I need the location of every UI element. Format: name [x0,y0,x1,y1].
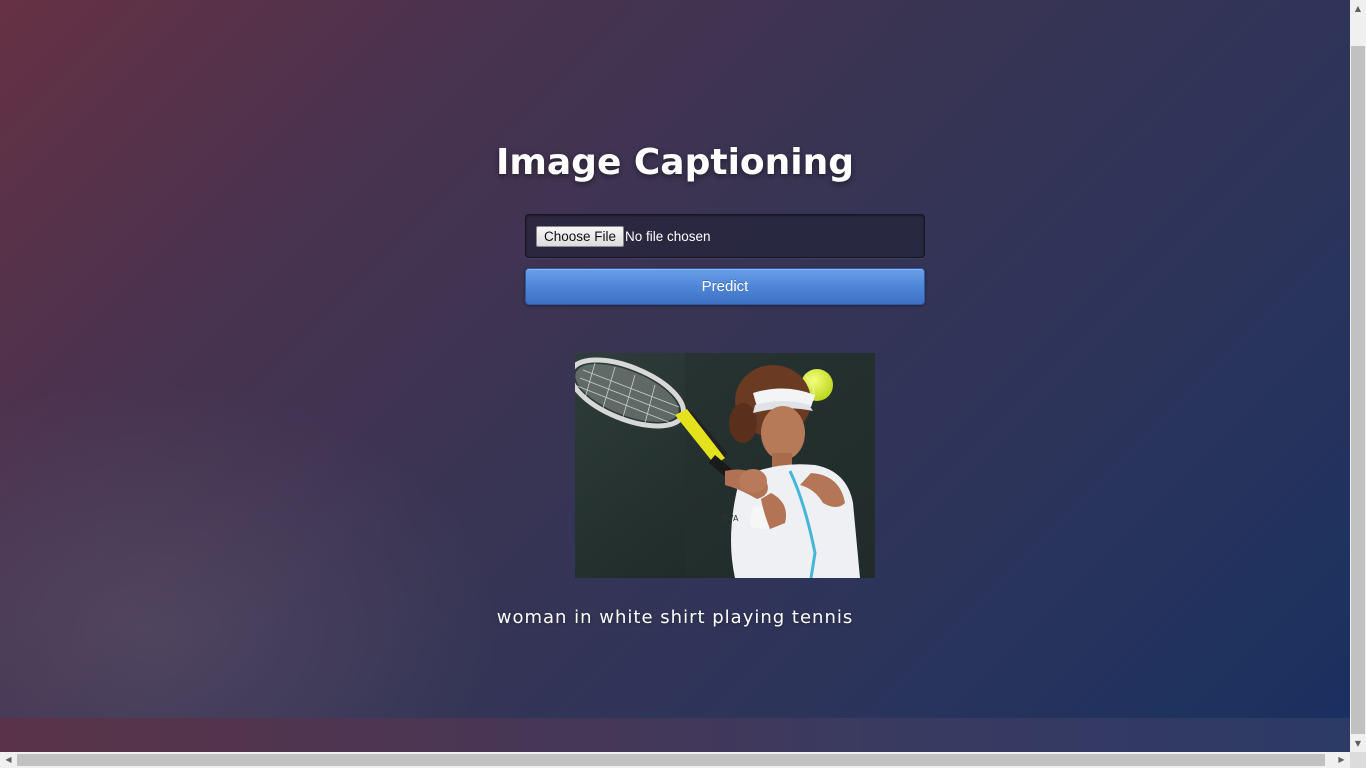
file-status-text: No file chosen [625,229,711,244]
scroll-right-arrow-icon[interactable]: ▶ [1333,752,1350,768]
scroll-up-arrow-icon[interactable]: ▲ [1350,0,1366,17]
scroll-left-arrow-icon[interactable]: ◀ [0,752,17,768]
vertical-scroll-thumb[interactable] [1351,46,1365,734]
caption-text: woman in white shirt playing tennis [496,607,854,628]
horizontal-scroll-thumb[interactable] [17,754,1325,766]
scroll-down-arrow-icon[interactable]: ▼ [1350,735,1366,752]
file-upload-field[interactable]: Choose File No file chosen [525,214,925,258]
svg-text:EVA: EVA [723,514,739,523]
page-background: Image Captioning Choose File No file cho… [0,0,1350,718]
page-title: Image Captioning [495,142,855,183]
vertical-scrollbar[interactable]: ▲ ▼ [1350,0,1366,752]
choose-file-button[interactable]: Choose File [536,226,625,247]
horizontal-scrollbar[interactable]: ◀ ▶ [0,752,1350,768]
scrollbar-corner [1350,752,1366,768]
predict-button[interactable]: Predict [525,268,925,305]
footer-strip [0,718,1350,752]
uploaded-image: EVA [575,353,875,578]
